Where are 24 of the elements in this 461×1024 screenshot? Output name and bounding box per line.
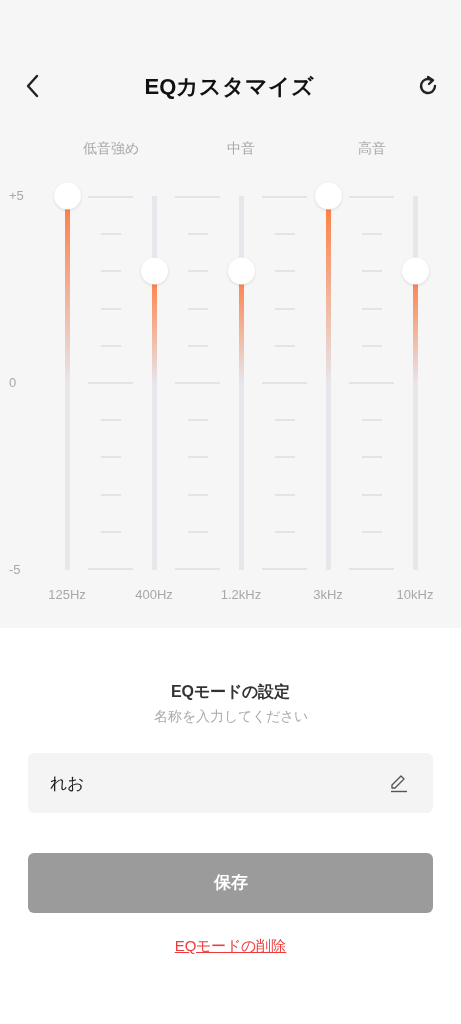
band-group-label: 高音 [357,139,386,158]
frequency-label: 10kHz [396,586,434,604]
band-group-label: 中音 [227,139,255,158]
section-subtitle: 名称を入力してください [153,707,308,726]
scale-label: -5 [9,562,22,578]
frequency-label: 125Hz [48,586,86,604]
pencil-icon [389,773,409,793]
scale-label: 0 [9,375,18,391]
slider-thumb[interactable] [401,257,429,285]
delete-link[interactable]: EQモードの削除 [174,935,287,958]
scale-label: +5 [9,188,25,204]
name-field[interactable]: れお [28,753,433,813]
slider-thumb[interactable] [53,182,81,210]
save-button[interactable]: 保存 [28,853,433,913]
band-group-label: 低音強め [82,139,139,158]
page-title: EQカスタマイズ [144,72,315,101]
slider-thumb[interactable] [314,182,342,210]
frequency-label: 400Hz [135,586,173,604]
back-icon [25,74,39,98]
slider-thumb[interactable] [227,257,255,285]
frequency-label: 3kHz [313,586,343,604]
section-title: EQモードの設定 [170,682,291,702]
frequency-label: 1.2kHz [220,586,262,604]
slider-thumb[interactable] [140,257,168,285]
